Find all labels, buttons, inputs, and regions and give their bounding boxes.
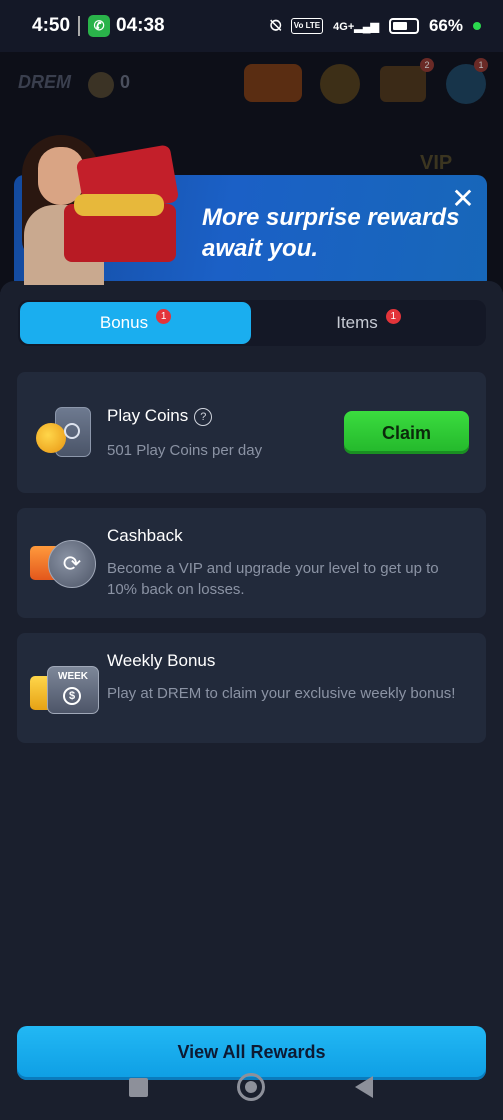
play-coins-title-text: Play Coins <box>107 406 189 425</box>
vip-label: VIP <box>420 152 453 174</box>
week-label: WEEK <box>58 671 88 682</box>
tab-label: Items <box>336 313 378 332</box>
balance-value: 0 <box>120 72 131 92</box>
signal-icon: 4G+▂▄▆ <box>333 20 379 33</box>
coin-icon <box>36 423 66 453</box>
recent-apps-icon[interactable] <box>129 1078 148 1097</box>
wallet-icon <box>244 64 302 102</box>
tab-badge: 1 <box>156 308 172 324</box>
chest-badge: 2 <box>420 58 434 72</box>
tab-bonus[interactable]: Bonus 1 <box>20 302 251 344</box>
help-icon[interactable]: ? <box>194 408 213 426</box>
weekly-bonus-description: Play at DREM to claim your exclusive wee… <box>107 685 456 702</box>
tab-items[interactable]: Items 1 <box>253 302 484 344</box>
clock: 4:50 <box>32 15 71 36</box>
treasure-chest-icon <box>380 66 426 102</box>
dollar-icon: $ <box>63 687 81 705</box>
rewards-tabs: Bonus 1 Items 1 <box>18 300 486 346</box>
flag-icon <box>88 72 114 98</box>
system-nav-bar <box>0 1066 503 1110</box>
weekly-bonus-title: Weekly Bonus <box>107 651 216 670</box>
play-coins-description: 501 Play Coins per day <box>107 442 263 459</box>
battery-percent: 66% <box>428 16 463 35</box>
tab-badge: 1 <box>385 308 401 324</box>
treasure-suitcase-illustration <box>64 144 180 264</box>
status-separator <box>78 16 81 36</box>
back-icon[interactable] <box>355 1076 373 1098</box>
money-bag-icon <box>320 64 360 104</box>
close-icon[interactable]: ✕ <box>448 184 478 214</box>
battery-icon <box>388 18 419 34</box>
phone-icon: ✆ <box>88 15 111 37</box>
ongoing-call-chip[interactable]: ✆ 04:38 <box>88 15 165 37</box>
app-logo: DREM <box>18 72 71 92</box>
play-icon <box>64 423 80 439</box>
battery-fill <box>392 22 408 30</box>
call-timer: 04:38 <box>116 15 165 36</box>
weekly-calendar-icon: WEEK $ <box>47 666 99 714</box>
status-icons: ⍉ Vo LTE 4G+▂▄▆ 66% <box>271 16 481 36</box>
volte-icon: Vo LTE <box>290 18 324 34</box>
cashback-title: Cashback <box>107 526 183 545</box>
alarm-off-icon: ⍉ <box>270 16 281 35</box>
tab-label: Bonus <box>99 313 149 332</box>
play-coins-title: Play Coins? <box>107 406 213 426</box>
ball-badge: 1 <box>474 58 488 72</box>
network-type: 4G+ <box>333 20 355 33</box>
home-icon[interactable] <box>237 1073 265 1101</box>
cashback-icon: ⟳ <box>48 540 96 588</box>
banner-title: More surprise rewards await you. <box>202 204 460 262</box>
cashback-description: Become a VIP and upgrade your level to g… <box>107 560 439 598</box>
privacy-indicator-icon <box>473 22 481 30</box>
status-bar: 4:50 ✆ 04:38 ⍉ Vo LTE 4G+▂▄▆ 66% <box>0 0 503 52</box>
claim-button[interactable]: Claim <box>344 411 469 454</box>
